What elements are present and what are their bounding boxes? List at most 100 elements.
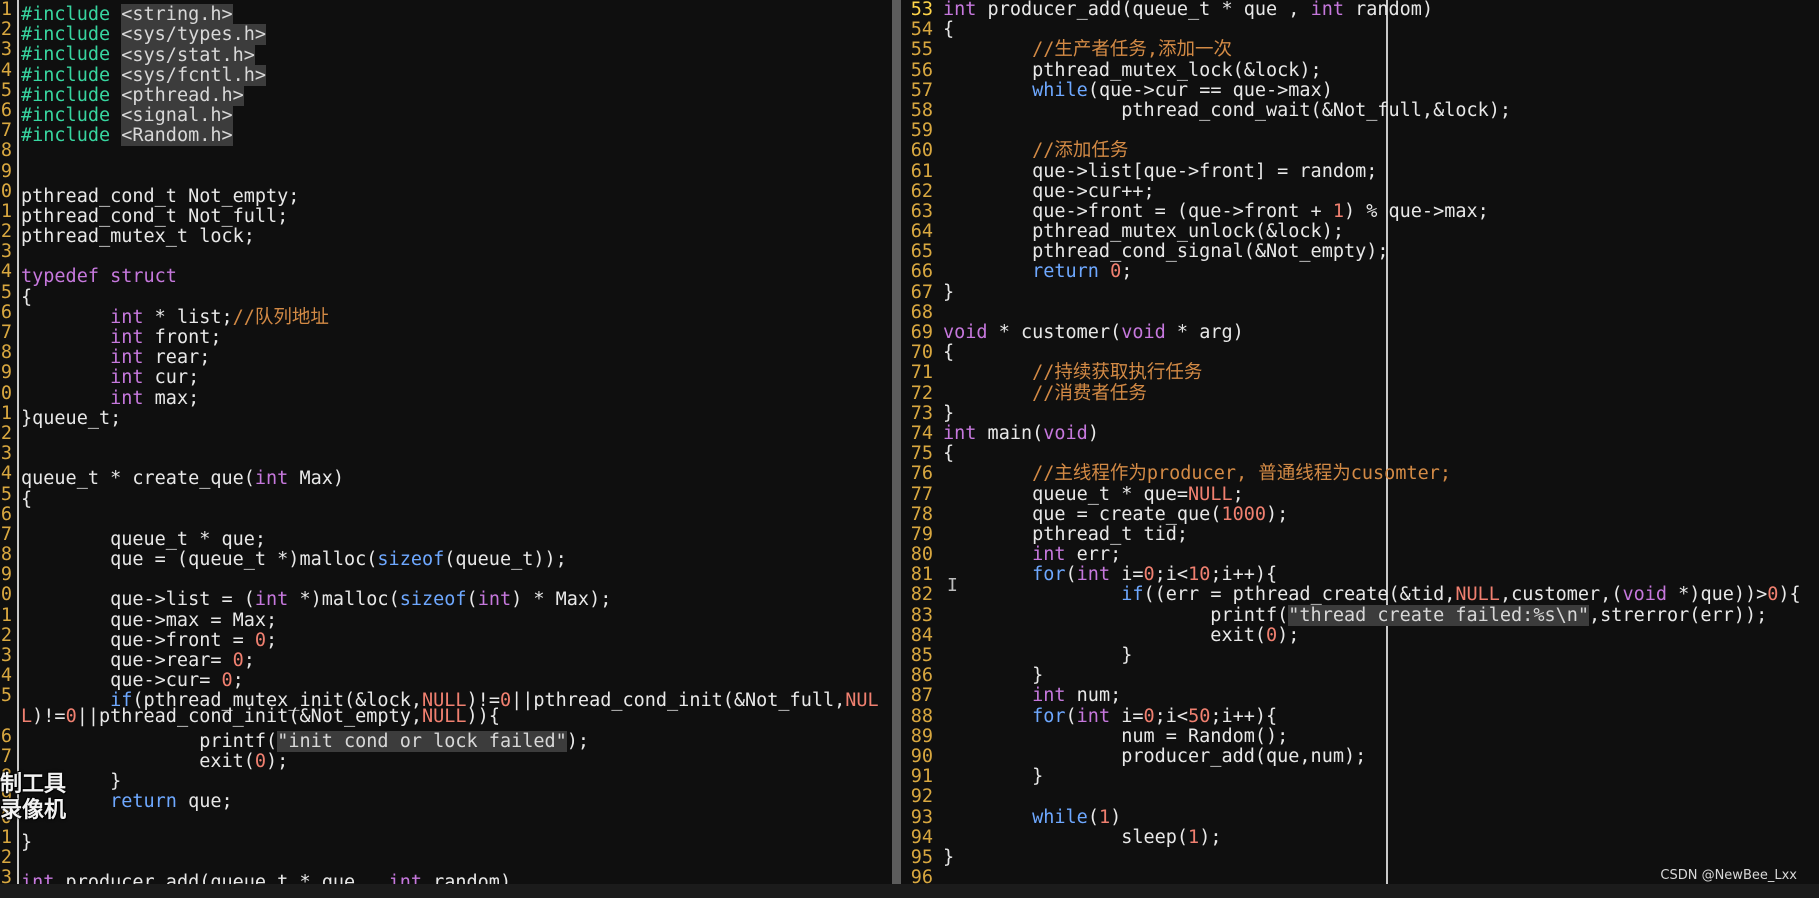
code-line[interactable]: 1}queue_t; — [0, 404, 892, 429]
code-line[interactable]: 8 int rear; — [0, 343, 892, 368]
code-line[interactable]: 9 — [0, 565, 892, 585]
code-line[interactable]: 88 for(int i=0;i<50;i++){ — [901, 706, 1819, 727]
left-editor-pane[interactable]: 1 #include <string.h> 2 #include <sys/types… — [0, 0, 892, 884]
code-line[interactable]: 58 pthread_cond_wait(&Not_full,&lock); — [901, 100, 1819, 121]
code-line[interactable]: 61 que->list[que->front] = random; — [901, 161, 1819, 182]
code-line[interactable]: 6 printf("init cond or lock failed"); — [0, 727, 892, 752]
code-line[interactable]: 5{ — [0, 485, 892, 510]
line-number: 7 — [0, 121, 12, 142]
code-line[interactable]: 94 sleep(1); — [901, 827, 1819, 848]
code-line[interactable]: 6 #include <signal.h> — [0, 101, 892, 127]
code-line[interactable]: 9 return que; — [0, 787, 892, 812]
code-line[interactable]: 8 } — [0, 767, 892, 792]
code-line[interactable]: 90 producer_add(que,num); — [901, 746, 1819, 767]
code-line[interactable]: 93 while(1) — [901, 807, 1819, 828]
code-line[interactable]: 75 { — [901, 443, 1819, 464]
code-text: pthread_mutex_unlock(&lock); — [943, 221, 1344, 242]
code-line[interactable]: 3 — [0, 242, 892, 262]
code-line[interactable]: 76 //主线程作为producer, 普通线程为cusomter; — [901, 464, 1819, 484]
code-text: { — [943, 342, 954, 363]
code-text: int num; — [943, 685, 1121, 706]
code-line[interactable]: 1} — [0, 828, 892, 853]
code-line[interactable]: L)!=0||pthread_cond_init(&Not_empty,NULL… — [0, 705, 892, 727]
code-line[interactable]: 95} — [901, 847, 1819, 868]
code-line[interactable]: 6 — [0, 505, 892, 525]
code-line[interactable]: 7 exit(0); — [0, 747, 892, 772]
code-line[interactable]: 7 queue_t * que; — [0, 525, 892, 550]
code-line[interactable]: 56 pthread_mutex_lock(&lock); — [901, 60, 1819, 81]
code-line[interactable]: 73} — [901, 403, 1819, 424]
code-line[interactable]: 5{ — [0, 283, 892, 308]
code-line[interactable]: 5 #include <pthread.h> — [0, 81, 892, 106]
code-line[interactable]: 7 #include <Random.h> — [0, 121, 892, 147]
code-line[interactable]: 6 int * list;//队列地址 — [0, 303, 892, 328]
right-editor-pane[interactable]: 53 int producer_add(queue_t * que , int r… — [901, 0, 1819, 884]
code-line[interactable]: 70 { — [901, 342, 1819, 363]
code-line[interactable]: 66 return 0; — [901, 262, 1819, 282]
code-line[interactable]: 71 //持续获取执行任务 — [901, 363, 1819, 383]
code-line[interactable]: 84 exit(0); — [901, 625, 1819, 646]
code-line[interactable]: 54 { — [901, 19, 1819, 40]
code-line[interactable]: 74 int main(void) — [901, 423, 1819, 444]
code-line[interactable]: 4 #include <sys/fcntl.h> — [0, 61, 892, 86]
code-line[interactable]: 60 //添加任务 — [901, 141, 1819, 161]
code-line[interactable]: 3 que->rear= 0; — [0, 646, 892, 671]
code-line[interactable]: 62 que->cur++; — [901, 180, 1819, 202]
code-line[interactable]: 89 num = Random(); — [901, 726, 1819, 747]
code-line[interactable]: 53 int producer_add(queue_t * que , int r… — [901, 0, 1819, 20]
code-line[interactable]: 2 — [0, 848, 892, 868]
code-token: que->cur++; — [943, 180, 1155, 202]
code-line[interactable]: 8 — [0, 141, 892, 161]
code-text: printf("thread create failed:%s\n",strer… — [943, 604, 1767, 626]
code-line[interactable]: 9 int cur; — [0, 363, 892, 388]
code-line[interactable]: 77 queue_t * que=NULL; — [901, 484, 1819, 505]
code-line[interactable]: 2 #include <sys/types.h> — [0, 20, 892, 46]
code-line[interactable]: 59 — [901, 120, 1819, 141]
code-line[interactable]: 2 que->front = 0; — [0, 626, 892, 651]
code-line[interactable]: 0 — [0, 808, 892, 828]
line-number: 86 — [910, 665, 933, 687]
code-line[interactable]: 79 pthread_t tid; — [901, 524, 1819, 545]
code-line[interactable]: 82 if((err = pthread_create(&tid,NULL,cu… — [901, 585, 1819, 605]
code-line[interactable]: 78 que = create_que(1000); — [901, 504, 1819, 525]
code-line[interactable]: 4 queue_t * create_que(int Max) — [0, 464, 892, 489]
code-line[interactable]: 81 for(int i=0;i<10;i++){ — [901, 565, 1819, 585]
code-line[interactable]: 9 — [0, 162, 892, 182]
code-line[interactable]: 2 pthread_mutex_t lock; — [0, 222, 892, 247]
code-line[interactable]: 4 typedef struct — [0, 262, 892, 287]
code-line[interactable]: 4 que->cur= 0; — [0, 666, 892, 691]
code-line[interactable]: 1 que->max = Max; — [0, 606, 892, 631]
code-line[interactable]: 92 — [901, 787, 1819, 807]
code-line[interactable]: 3 — [0, 444, 892, 464]
code-line[interactable]: 8 que = (queue_t *)malloc(sizeof(queue_t… — [0, 545, 892, 570]
vertical-split-divider[interactable] — [892, 0, 901, 884]
code-line[interactable]: 3 int producer_add(queue_t * que , int ra… — [0, 868, 892, 884]
code-line[interactable]: 64 pthread_mutex_unlock(&lock); — [901, 221, 1819, 242]
code-line[interactable]: 3 #include <sys/stat.h> — [0, 40, 892, 66]
code-line[interactable]: 7 int front; — [0, 323, 892, 348]
code-line[interactable]: 1 #include <string.h> — [0, 0, 892, 26]
code-line[interactable]: 86 } — [901, 665, 1819, 687]
code-line[interactable]: 0 int max; — [0, 384, 892, 409]
code-line[interactable]: 55 //生产者任务,添加一次 — [901, 40, 1819, 60]
code-line[interactable]: 57 while(que->cur == que->max) — [901, 80, 1819, 101]
line-number: 62 — [910, 180, 933, 202]
code-line[interactable]: 5 if(pthread_mutex_init(&lock,NULL)!=0||… — [0, 686, 892, 711]
code-line[interactable]: 63 que->front = (que->front + 1) % que->… — [901, 201, 1819, 222]
code-line[interactable]: 69 void * customer(void * arg) — [901, 322, 1819, 343]
code-line[interactable]: 1 pthread_cond_t Not_full; — [0, 202, 892, 227]
code-line[interactable]: 65 pthread_cond_signal(&Not_empty); — [901, 242, 1819, 262]
code-line[interactable]: 0 pthread_cond_t Not_empty; — [0, 182, 892, 207]
code-line[interactable]: 91 } — [901, 766, 1819, 787]
code-line[interactable]: 85 } — [901, 645, 1819, 666]
code-line[interactable]: 68 — [901, 302, 1819, 323]
code-line[interactable]: 87 int num; — [901, 686, 1819, 706]
code-line[interactable]: 2 — [0, 424, 892, 444]
code-line[interactable]: 0 que->list = (int *)malloc(sizeof(int) … — [0, 585, 892, 610]
code-line[interactable]: 72 //消费者任务 — [901, 383, 1819, 404]
code-line[interactable]: 80 int err; — [901, 544, 1819, 565]
code-line[interactable]: 83 printf("thread create failed:%s\n",st… — [901, 604, 1819, 626]
code-line[interactable]: 67} — [901, 282, 1819, 303]
code-token: 0 — [65, 705, 77, 727]
code-token: 0 — [1767, 584, 1779, 606]
